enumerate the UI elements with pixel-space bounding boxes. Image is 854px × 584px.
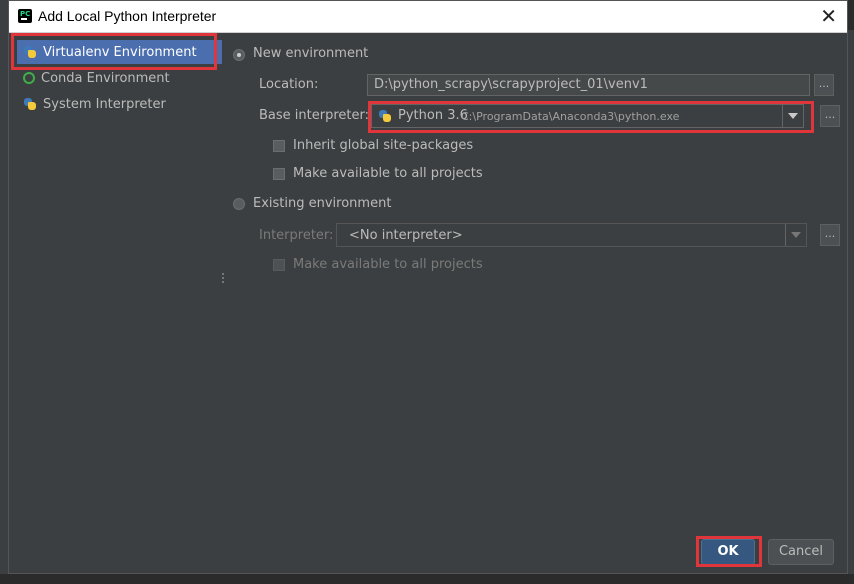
- base-interpreter-label: Base interpreter:: [259, 108, 369, 123]
- highlight-frame-base-interpreter: [368, 101, 814, 133]
- highlight-frame-virtualenv: [11, 33, 217, 70]
- existing-environment-label: Existing environment: [253, 196, 392, 211]
- pycharm-icon: PC: [18, 9, 32, 23]
- inherit-site-packages-label: Inherit global site-packages: [293, 138, 474, 153]
- python-icon: [23, 97, 37, 111]
- interpreter-browse-button[interactable]: ...: [820, 224, 840, 246]
- make-available-label: Make available to all projects: [293, 166, 483, 181]
- new-environment-radio[interactable]: [233, 49, 245, 61]
- make-available-checkbox[interactable]: [273, 168, 285, 180]
- dialog-title: Add Local Python Interpreter: [38, 8, 217, 24]
- background-window-edge-right: [848, 30, 854, 574]
- interpreter-dropdown-value: <No interpreter>: [349, 228, 463, 243]
- add-interpreter-dialog: PC Add Local Python Interpreter ✕ Virtua…: [8, 0, 848, 574]
- environment-type-sidebar: Virtualenv Environment Conda Environment…: [9, 33, 222, 573]
- existing-make-available-label: Make available to all projects: [293, 257, 483, 272]
- conda-icon: [23, 72, 35, 84]
- sidebar-item-system[interactable]: System Interpreter: [17, 92, 222, 116]
- existing-environment-radio[interactable]: [233, 198, 245, 210]
- chevron-down-icon[interactable]: [785, 224, 806, 246]
- cancel-button[interactable]: Cancel: [768, 539, 834, 565]
- location-field[interactable]: D:\python_scrapy\scrapyproject_01\venv1: [367, 74, 810, 96]
- sidebar-item-label: System Interpreter: [43, 96, 166, 112]
- sidebar-item-label: Conda Environment: [41, 70, 170, 86]
- environment-settings-panel: New environment Location: D:\python_scra…: [222, 33, 847, 573]
- close-icon[interactable]: ✕: [820, 4, 837, 28]
- base-interpreter-browse-button[interactable]: ...: [820, 105, 840, 127]
- location-label: Location:: [259, 77, 319, 92]
- background-window-bottom: [0, 574, 854, 584]
- inherit-site-packages-checkbox[interactable]: [273, 140, 285, 152]
- new-environment-label: New environment: [253, 46, 369, 61]
- interpreter-label: Interpreter:: [259, 228, 334, 243]
- location-browse-button[interactable]: ...: [814, 74, 834, 96]
- interpreter-dropdown[interactable]: <No interpreter>: [336, 223, 807, 247]
- highlight-frame-ok: [696, 536, 762, 567]
- title-bar: PC Add Local Python Interpreter ✕: [9, 1, 847, 33]
- existing-make-available-checkbox[interactable]: [273, 259, 285, 271]
